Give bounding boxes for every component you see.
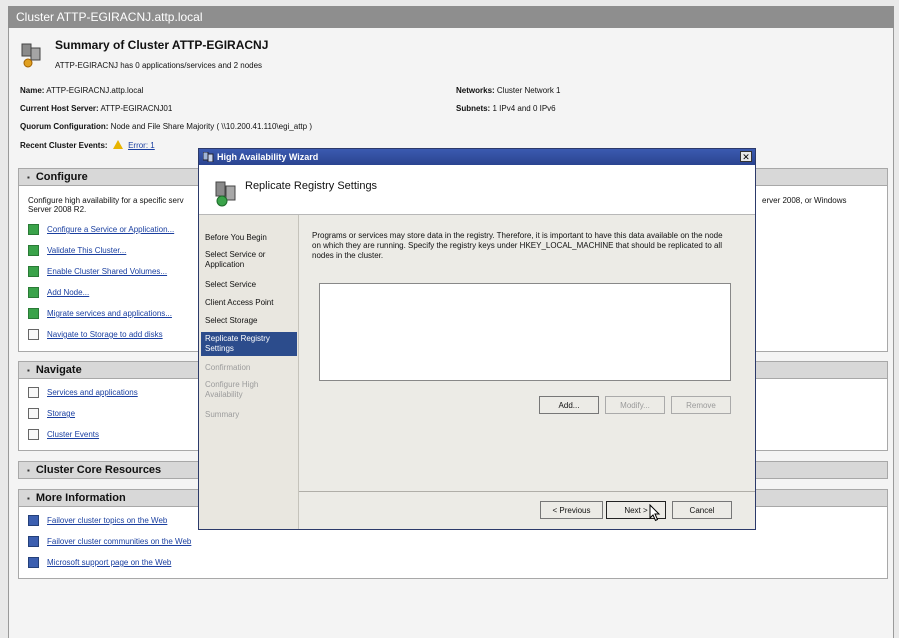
help-book-icon bbox=[28, 536, 39, 548]
warning-icon bbox=[112, 140, 123, 149]
registry-keys-list[interactable] bbox=[319, 283, 731, 381]
core-resources-title: Cluster Core Resources bbox=[35, 464, 162, 476]
remove-button: Remove bbox=[671, 396, 731, 414]
configure-description: Configure high availability for a specif… bbox=[28, 196, 184, 205]
quorum-row: Quorum Configuration: Node and File Shar… bbox=[20, 122, 312, 131]
wizard-title: High Availability Wizard bbox=[217, 152, 319, 162]
storage-link[interactable]: Storage bbox=[28, 407, 75, 421]
wizard-header-icon bbox=[215, 181, 236, 207]
previous-button[interactable]: < Previous bbox=[540, 501, 603, 519]
configure-title: Configure bbox=[35, 171, 88, 183]
shortcut-icon bbox=[28, 429, 39, 441]
quorum-value: Node and File Share Majority ( \\10.200.… bbox=[110, 122, 312, 131]
host-label: Current Host Server: bbox=[20, 104, 99, 113]
step-configure-high-availability: Configure High Availability bbox=[205, 380, 259, 399]
validate-cluster-link[interactable]: Validate This Cluster... bbox=[28, 244, 126, 258]
networks-value: Cluster Network 1 bbox=[496, 86, 561, 95]
configure-description-right: erver 2008, or Windows bbox=[762, 196, 847, 205]
enable-csv-link[interactable]: Enable Cluster Shared Volumes... bbox=[28, 265, 167, 279]
networks-row: Networks: Cluster Network 1 bbox=[456, 86, 561, 95]
window-title: Cluster ATTP-EGIRACNJ.attp.local bbox=[8, 6, 894, 28]
help-book-icon bbox=[28, 557, 39, 569]
failover-communities-link[interactable]: Failover cluster communities on the Web bbox=[28, 535, 191, 549]
more-info-title: More Information bbox=[35, 492, 126, 504]
collapse-icon: ▪ bbox=[27, 173, 30, 182]
quorum-label: Quorum Configuration: bbox=[20, 122, 109, 131]
host-row: Current Host Server: ATTP-EGIRACNJ01 bbox=[20, 104, 172, 113]
configure-description-2: Server 2008 R2. bbox=[28, 205, 87, 214]
step-confirmation: Confirmation bbox=[205, 363, 251, 372]
cluster-events-link[interactable]: Cluster Events bbox=[28, 428, 99, 442]
mouse-cursor-icon bbox=[649, 504, 661, 522]
summary-subtitle: ATTP-EGIRACNJ has 0 applications/service… bbox=[55, 61, 263, 70]
shortcut-icon bbox=[28, 329, 39, 341]
subnets-label: Subnets: bbox=[456, 104, 491, 113]
summary-title: Summary of Cluster ATTP-EGIRACNJ bbox=[55, 38, 269, 52]
shortcut-icon bbox=[28, 387, 39, 399]
migrate-services-link[interactable]: Migrate services and applications... bbox=[28, 307, 172, 321]
wizard-app-icon bbox=[203, 152, 214, 162]
events-row: Recent Cluster Events: Error: 1 bbox=[20, 140, 155, 150]
host-value: ATTP-EGIRACNJ01 bbox=[100, 104, 173, 113]
cancel-button[interactable]: Cancel bbox=[672, 501, 732, 519]
collapse-icon: ▪ bbox=[27, 494, 30, 503]
failover-topics-link[interactable]: Failover cluster topics on the Web bbox=[28, 514, 167, 528]
name-row: Name: ATTP-EGIRACNJ.attp.local bbox=[20, 86, 143, 95]
navigate-title: Navigate bbox=[35, 364, 82, 376]
wizard-heading: Replicate Registry Settings bbox=[245, 180, 378, 192]
step-client-access-point[interactable]: Client Access Point bbox=[205, 298, 295, 308]
recent-events-link[interactable]: Error: 1 bbox=[128, 141, 155, 150]
collapse-icon: ▪ bbox=[27, 366, 30, 375]
step-summary: Summary bbox=[205, 410, 240, 419]
step-select-service[interactable]: Select Service bbox=[205, 280, 295, 290]
subnets-row: Subnets: 1 IPv4 and 0 IPv6 bbox=[456, 104, 556, 113]
services-applications-link[interactable]: Services and applications bbox=[28, 386, 138, 400]
cluster-summary-icon bbox=[21, 43, 41, 68]
microsoft-support-link[interactable]: Microsoft support page on the Web bbox=[28, 556, 171, 570]
high-availability-wizard-dialog: High Availability Wizard ✕ Replicate Reg… bbox=[198, 148, 756, 530]
shortcut-icon bbox=[28, 408, 39, 420]
wizard-icon bbox=[28, 287, 39, 299]
navigate-storage-link[interactable]: Navigate to Storage to add disks bbox=[28, 328, 163, 342]
wizard-description: Programs or services may store data in t… bbox=[312, 231, 723, 260]
networks-label: Networks: bbox=[456, 86, 495, 95]
configure-service-link[interactable]: Configure a Service or Application... bbox=[28, 223, 174, 237]
name-label: Name: bbox=[20, 86, 45, 95]
events-label: Recent Cluster Events: bbox=[20, 141, 108, 150]
step-select-storage[interactable]: Select Storage bbox=[205, 316, 295, 326]
wizard-icon bbox=[28, 266, 39, 278]
step-before-you-begin[interactable]: Before You Begin bbox=[205, 233, 295, 243]
wizard-icon bbox=[28, 245, 39, 257]
add-node-link[interactable]: Add Node... bbox=[28, 286, 89, 300]
wizard-titlebar: High Availability Wizard bbox=[199, 149, 755, 165]
wizard-icon bbox=[28, 224, 39, 236]
close-icon[interactable]: ✕ bbox=[740, 151, 752, 162]
name-value: ATTP-EGIRACNJ.attp.local bbox=[46, 86, 144, 95]
expand-icon: ▪ bbox=[27, 466, 30, 475]
help-book-icon bbox=[28, 515, 39, 527]
modify-button: Modify... bbox=[605, 396, 665, 414]
subnets-value: 1 IPv4 and 0 IPv6 bbox=[492, 104, 556, 113]
wizard-icon bbox=[28, 308, 39, 320]
footer-divider bbox=[299, 491, 755, 492]
add-button[interactable]: Add... bbox=[539, 396, 599, 414]
step-replicate-registry-settings[interactable]: Replicate Registry Settings bbox=[201, 332, 297, 356]
step-select-service-or-application[interactable]: Select Service or Application bbox=[205, 250, 295, 270]
